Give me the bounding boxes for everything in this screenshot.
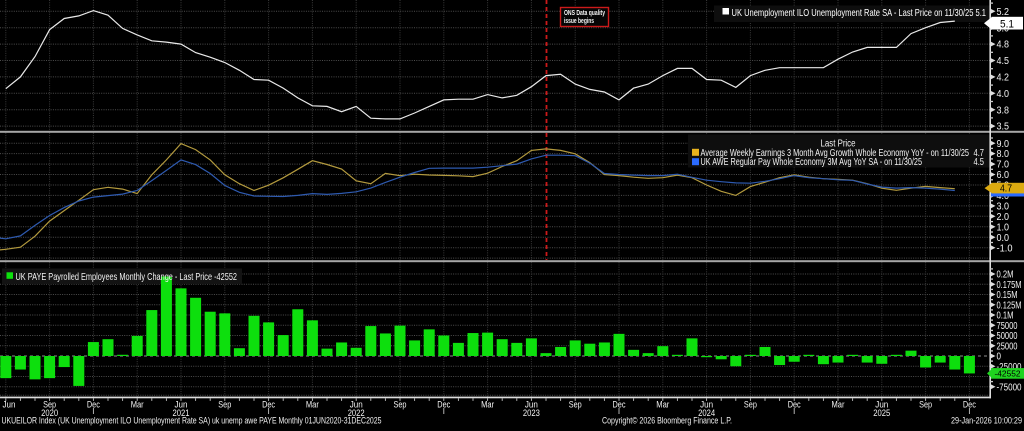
svg-text:Sep: Sep: [394, 399, 407, 409]
svg-text:4.8: 4.8: [997, 40, 1010, 51]
svg-text:3.8: 3.8: [997, 105, 1010, 116]
svg-text:5.2: 5.2: [997, 7, 1010, 18]
svg-text:-42552: -42552: [995, 369, 1021, 379]
svg-text:Mar: Mar: [656, 399, 669, 409]
svg-text:Copyright© 2026 Bloomberg Fina: Copyright© 2026 Bloomberg Finance L.P.: [602, 416, 732, 426]
svg-text:Mar: Mar: [832, 399, 845, 409]
svg-text:4.0: 4.0: [997, 89, 1010, 100]
svg-text:-1.0: -1.0: [997, 243, 1013, 254]
svg-text:Jun: Jun: [3, 399, 16, 409]
svg-text:Dec: Dec: [613, 399, 626, 409]
svg-text:2.0: 2.0: [997, 212, 1010, 223]
svg-text:2025: 2025: [873, 408, 890, 418]
svg-text:4.5: 4.5: [974, 156, 985, 168]
svg-text:29-Jan-2026 10:00:29: 29-Jan-2026 10:00:29: [951, 416, 1022, 426]
svg-text:3.0: 3.0: [997, 202, 1010, 213]
svg-text:UK Unemployment ILO Unemployme: UK Unemployment ILO Unemployment Rate SA…: [732, 7, 987, 19]
svg-text:2023: 2023: [523, 408, 540, 418]
svg-text:Mar: Mar: [306, 399, 319, 409]
svg-text:Sep: Sep: [218, 399, 231, 409]
svg-text:Sep: Sep: [744, 399, 757, 409]
svg-text:4.7: 4.7: [1000, 184, 1012, 195]
svg-text:4.5: 4.5: [997, 56, 1010, 67]
svg-text:3.5: 3.5: [997, 122, 1010, 133]
svg-text:7.0: 7.0: [997, 160, 1010, 171]
svg-text:9.0: 9.0: [997, 139, 1010, 150]
svg-text:Dec: Dec: [437, 399, 450, 409]
svg-text:issue begins: issue begins: [564, 16, 594, 25]
svg-text:5.1: 5.1: [1000, 18, 1014, 30]
svg-text:4.2: 4.2: [997, 73, 1010, 84]
svg-text:Dec: Dec: [788, 399, 801, 409]
svg-text:1.0: 1.0: [997, 222, 1010, 233]
svg-text:6.0: 6.0: [997, 170, 1010, 181]
svg-text:Dec: Dec: [963, 399, 976, 409]
svg-text:Sep: Sep: [919, 399, 932, 409]
svg-text:8.0: 8.0: [997, 149, 1010, 160]
svg-text:-75000: -75000: [997, 382, 1022, 393]
svg-text:UK PAYE Payrolled Employees Mo: UK PAYE Payrolled Employees Monthly Chan…: [16, 271, 238, 283]
svg-text:Dec: Dec: [87, 399, 100, 409]
svg-text:Sep: Sep: [569, 399, 582, 409]
svg-text:Mar: Mar: [131, 399, 144, 409]
svg-text:UKUEILOR Index (UK Unemploymen: UKUEILOR Index (UK Unemployment ILO Unem…: [2, 416, 382, 426]
svg-text:Mar: Mar: [481, 399, 494, 409]
svg-text:0.0: 0.0: [997, 233, 1010, 244]
svg-text:UK AWE Regular Pay Whole Econo: UK AWE Regular Pay Whole Economy 3M Avg …: [701, 156, 923, 168]
svg-text:Dec: Dec: [262, 399, 275, 409]
